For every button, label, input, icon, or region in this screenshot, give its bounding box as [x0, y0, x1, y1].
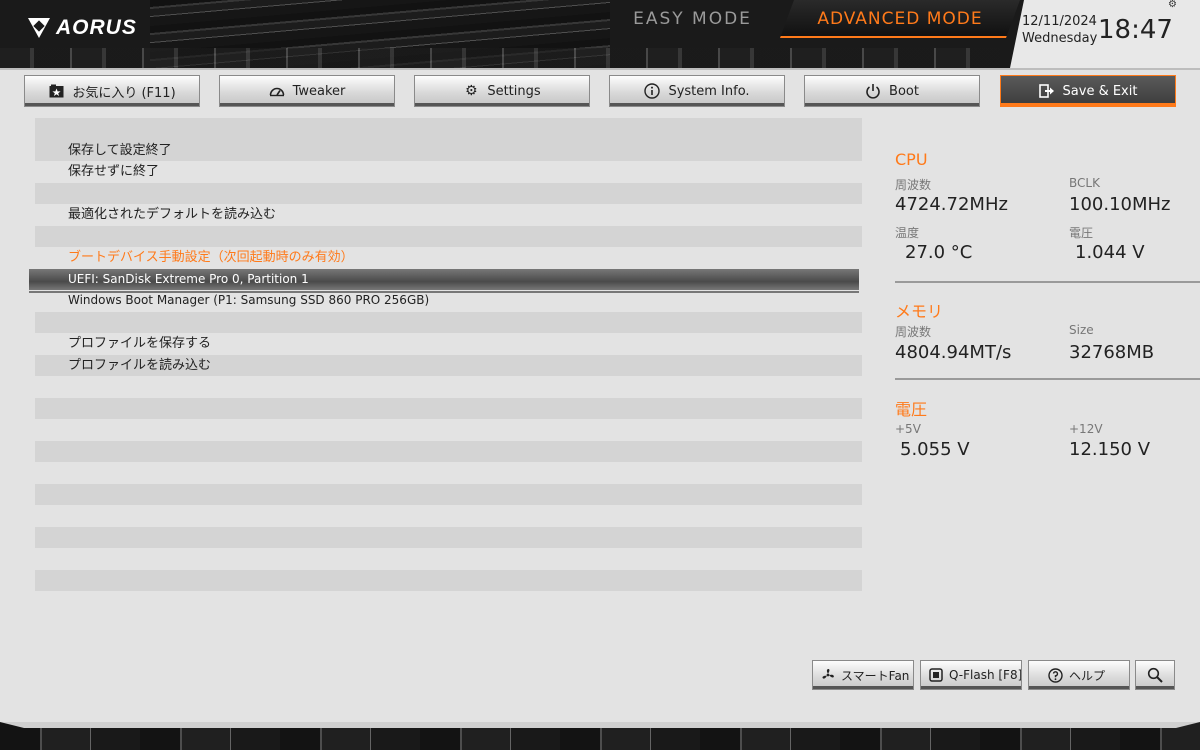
list-row-empty [35, 505, 862, 527]
aorus-eagle-icon [28, 16, 50, 40]
cpu-temp-value: 27.0 °C [905, 242, 973, 263]
menu-item-load-profile[interactable]: プロファイルを読み込む [35, 354, 862, 376]
help-label: ヘルプ [1069, 668, 1106, 683]
tab-boot[interactable]: Boot [804, 75, 980, 107]
monitor-divider [895, 281, 1200, 283]
menu-item-save-profile[interactable]: プロファイルを保存する [35, 333, 862, 355]
tab-save-exit[interactable]: Save & Exit [1000, 75, 1176, 107]
menu-item-exit-without-save[interactable]: 保存せずに終了 [35, 161, 862, 183]
chip-icon [929, 667, 943, 683]
bottom-bar [0, 722, 1200, 750]
list-row-empty [35, 483, 862, 505]
clock-display: 18:47 [1098, 15, 1173, 45]
mem-freq-label: 周波数 [895, 325, 932, 339]
v5-label: +5V [895, 422, 921, 436]
mem-size-label: Size [1069, 323, 1094, 337]
menu-item-load-optimized-defaults[interactable]: 最適化されたデフォルトを読み込む [35, 204, 862, 226]
tab-label: Tweaker [292, 83, 346, 99]
monitor-divider [895, 378, 1200, 380]
cpu-voltage-label: 電圧 [1069, 226, 1094, 240]
list-row-empty [35, 419, 862, 441]
date-display: 12/11/2024 [1022, 14, 1097, 29]
exit-icon [1038, 83, 1055, 99]
weekday-display: Wednesday [1022, 31, 1098, 46]
smart-fan-label: スマートFan 6 [F [841, 668, 913, 683]
footer-decoration-edge [0, 722, 1200, 728]
advanced-mode-label: ADVANCED MODE [817, 9, 983, 29]
v12-value: 12.150 V [1069, 439, 1151, 460]
list-row-empty [35, 548, 862, 570]
settings-gear-icon[interactable]: ⚙ [1168, 0, 1178, 10]
mem-freq-value: 4804.94MT/s [895, 342, 1012, 363]
qflash-button[interactable]: Q-Flash [F8] [920, 660, 1022, 690]
bclk-value: 100.10MHz [1069, 194, 1171, 215]
cpu-section-title: CPU [895, 150, 928, 169]
main-tabs: お気に入り (F11) Tweaker ⚙ Settings System In… [24, 75, 1176, 107]
smart-fan-button[interactable]: スマートFan 6 [F [812, 660, 914, 690]
list-row-empty [35, 376, 862, 398]
menu-item-save-exit[interactable]: 保存して設定終了 [35, 139, 862, 161]
memory-section-title: メモリ [895, 302, 944, 321]
list-row-empty [35, 182, 862, 204]
list-row-empty [35, 225, 862, 247]
help-icon [1047, 667, 1063, 683]
tab-favorites[interactable]: お気に入り (F11) [24, 75, 200, 107]
voltage-section-title: 電圧 [895, 400, 928, 419]
tab-settings[interactable]: ⚙ Settings [414, 75, 590, 107]
help-button[interactable]: ヘルプ [1028, 660, 1130, 690]
list-row-empty [35, 311, 862, 333]
list-row-empty [35, 462, 862, 484]
tab-system-info[interactable]: System Info. [609, 75, 785, 107]
search-button[interactable] [1135, 660, 1175, 690]
list-row-empty [35, 397, 862, 419]
list-row-empty [35, 526, 862, 548]
tab-tweaker[interactable]: Tweaker [219, 75, 395, 107]
info-icon [644, 83, 661, 99]
boot-override-heading: ブートデバイス手動設定（次回起動時のみ有効） [68, 250, 354, 265]
header-decoration-lower [0, 48, 1000, 68]
fan-icon [821, 667, 835, 683]
favorites-icon [48, 83, 64, 99]
mem-size-value: 32768MB [1069, 342, 1155, 363]
cpu-voltage-value: 1.044 V [1075, 242, 1145, 263]
gear-icon: ⚙ [465, 83, 478, 99]
brand-name: AORUS [56, 16, 137, 39]
save-exit-menu: 保存して設定終了 保存せずに終了 最適化されたデフォルトを読み込む ブートデバイ… [29, 118, 862, 613]
v5-value: 5.055 V [900, 439, 970, 460]
cpu-freq-label: 周波数 [895, 178, 932, 192]
tab-label: Boot [889, 83, 919, 99]
cpu-freq-value: 4724.72MHz [895, 194, 1008, 215]
advanced-mode-button[interactable]: ADVANCED MODE [780, 0, 1020, 38]
easy-mode-button[interactable]: EASY MODE [600, 0, 785, 38]
datetime-panel: 12/11/2024 Wednesday 18:47 ⚙ [1010, 0, 1200, 68]
speedometer-icon [269, 83, 285, 99]
tab-label: お気に入り (F11) [72, 85, 176, 101]
header-divider [0, 68, 1200, 70]
list-row-empty [35, 591, 862, 613]
bclk-label: BCLK [1069, 176, 1100, 190]
menu-item-boot-option-windows[interactable]: Windows Boot Manager (P1: Samsung SSD 86… [35, 290, 862, 312]
top-bar: AORUS EASY MODE ADVANCED MODE 12/11/2024… [0, 0, 1200, 68]
v12-label: +12V [1069, 422, 1103, 436]
list-row-empty [35, 440, 862, 462]
tab-label: Save & Exit [1062, 83, 1138, 99]
menu-item-boot-option-uefi-sandisk[interactable]: UEFI: SanDisk Extreme Pro 0, Partition 1 [29, 268, 859, 293]
cpu-temp-label: 温度 [895, 226, 920, 240]
search-icon [1147, 667, 1163, 683]
tab-label: System Info. [668, 83, 750, 99]
qflash-label: Q-Flash [F8] [949, 668, 1022, 682]
aorus-logo: AORUS [28, 16, 137, 40]
power-icon [865, 83, 881, 99]
list-row-empty [35, 118, 862, 140]
list-row-empty [35, 569, 862, 591]
tab-label: Settings [487, 83, 541, 99]
